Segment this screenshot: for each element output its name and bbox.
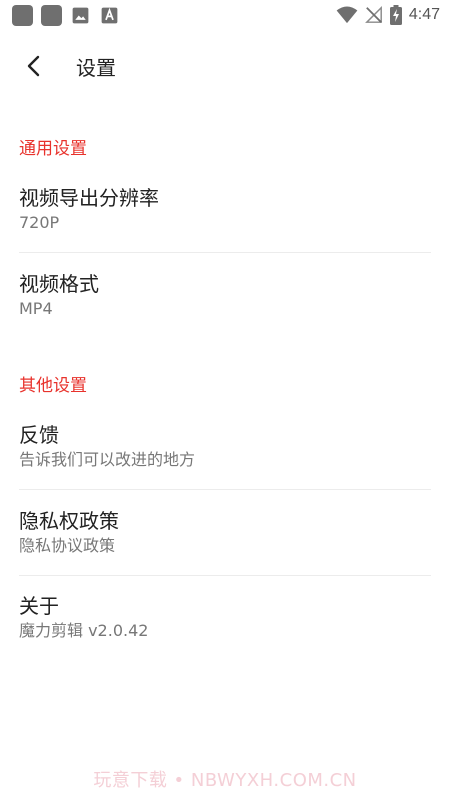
item-title: 视频格式 — [19, 272, 99, 296]
app-notification-icon — [41, 4, 62, 26]
back-button[interactable] — [18, 50, 50, 82]
image-icon — [72, 7, 89, 23]
page-title: 设置 — [76, 56, 116, 80]
divider — [19, 489, 431, 490]
item-subtitle: 魔力剪辑 v2.0.42 — [19, 621, 149, 640]
divider — [19, 252, 431, 253]
status-bar: 4:47 — [0, 0, 450, 30]
item-title: 关于 — [19, 594, 59, 618]
settings-screen: 4:47 设置 通用设置 视频导出分辨率 720P 视频格式 MP4 其他设置 … — [0, 0, 450, 800]
item-subtitle: MP4 — [19, 299, 53, 318]
item-title: 视频导出分辨率 — [19, 186, 159, 210]
app-notification-icon — [12, 4, 33, 26]
item-subtitle: 720P — [19, 213, 60, 232]
section-header-other: 其他设置 — [19, 376, 87, 396]
text-icon — [101, 7, 118, 23]
status-system: 4:47 — [336, 5, 440, 25]
item-subtitle: 隐私协议政策 — [19, 536, 116, 555]
status-notifications — [12, 4, 120, 26]
toolbar: 设置 — [0, 30, 450, 100]
item-subtitle: 告诉我们可以改进的地方 — [19, 450, 196, 469]
no-signal-icon — [364, 6, 382, 23]
section-header-general: 通用设置 — [19, 139, 87, 159]
watermark: 玩意下载 • NBWYXH.COM.CN — [93, 770, 357, 791]
item-title: 反馈 — [19, 423, 59, 447]
setting-item-format[interactable]: 视频格式 MP4 — [19, 272, 431, 319]
setting-item-resolution[interactable]: 视频导出分辨率 720P — [19, 186, 431, 233]
battery-charging-icon — [389, 5, 402, 25]
wifi-icon — [336, 6, 358, 24]
back-arrow-icon — [27, 55, 40, 77]
setting-item-privacy[interactable]: 隐私权政策 隐私协议政策 — [19, 509, 431, 556]
setting-item-feedback[interactable]: 反馈 告诉我们可以改进的地方 — [19, 423, 431, 470]
item-title: 隐私权政策 — [19, 509, 119, 533]
divider — [19, 575, 431, 576]
setting-item-about[interactable]: 关于 魔力剪辑 v2.0.42 — [19, 594, 431, 641]
status-time: 4:47 — [408, 6, 440, 23]
